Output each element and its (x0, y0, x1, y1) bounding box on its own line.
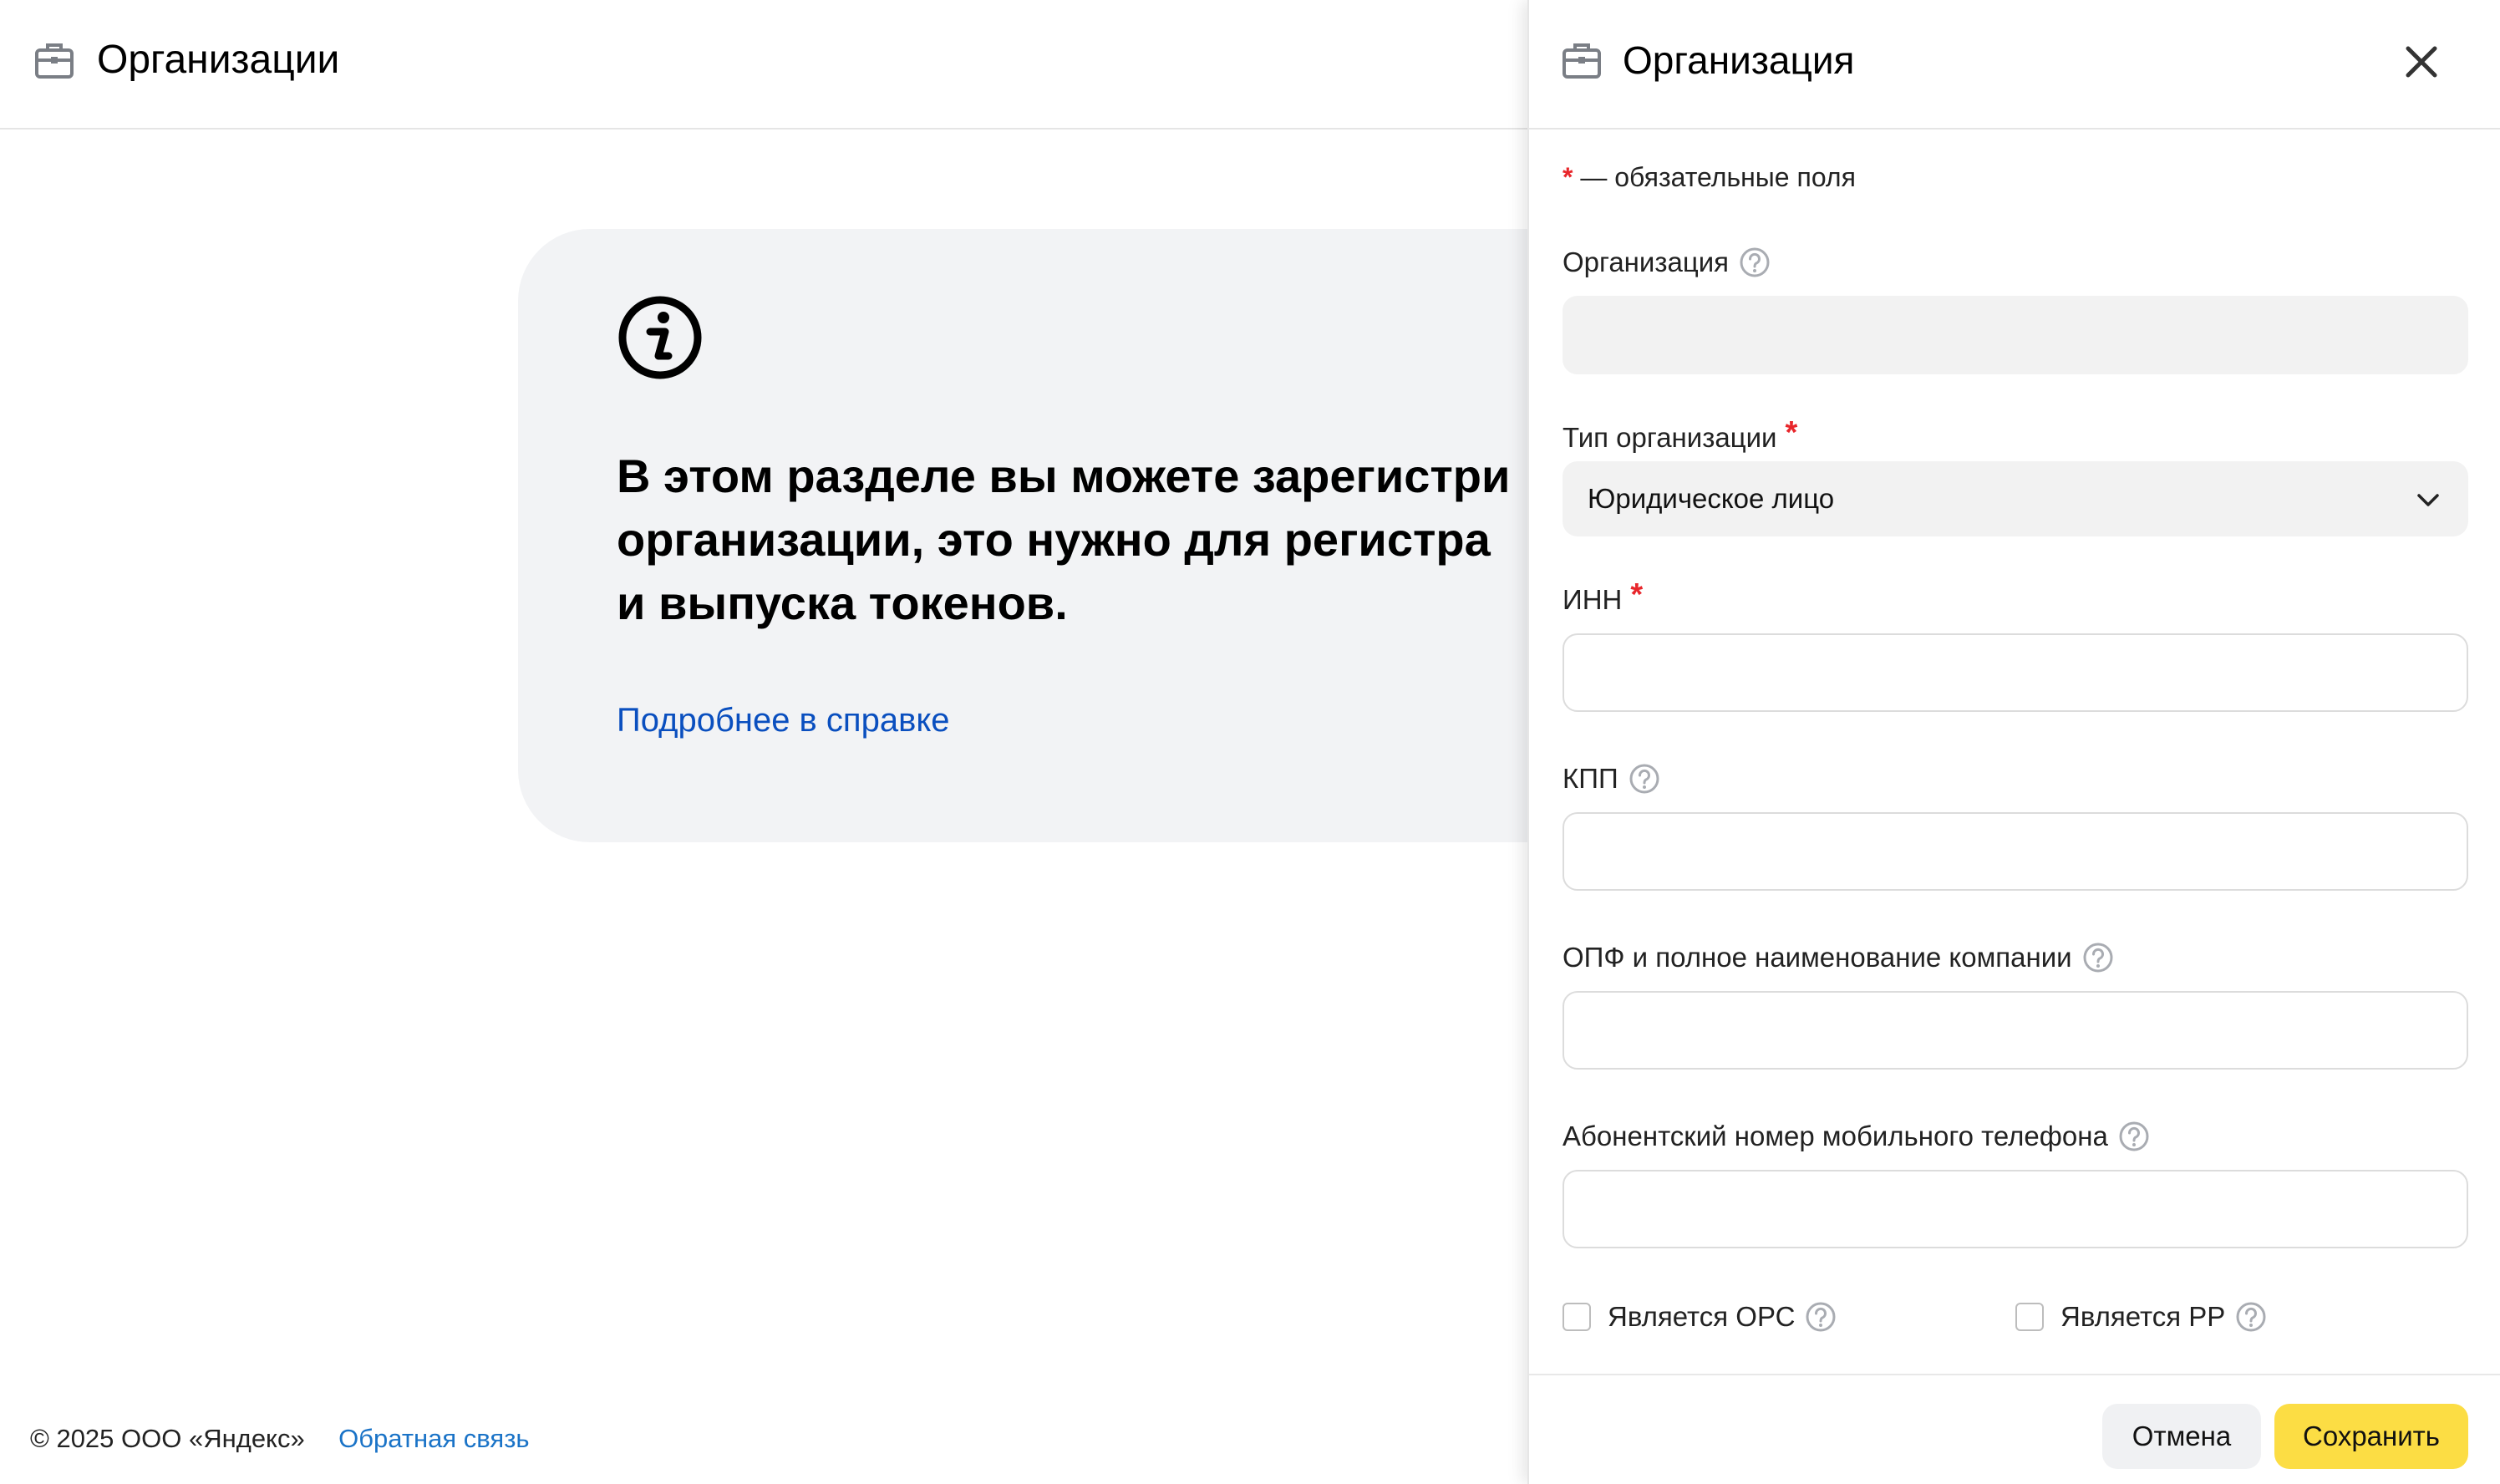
required-fields-note: * — обязательные поля (1562, 155, 1856, 199)
kpp-label: КПП (1562, 757, 1660, 800)
feedback-link[interactable]: Обратная связь (338, 1424, 529, 1453)
ors-checkbox[interactable] (1562, 1303, 1591, 1331)
organization-label: Организация (1562, 241, 1771, 284)
inn-label-text: ИНН (1562, 584, 1623, 615)
opf-name-field[interactable] (1562, 991, 2468, 1070)
opf-name-label-text: ОПФ и полное наименование компании (1562, 942, 2072, 973)
inn-input[interactable] (1564, 635, 2467, 710)
required-star: * (1785, 415, 1798, 450)
inn-label: ИНН * (1562, 577, 1643, 622)
question-circle-icon[interactable] (1629, 763, 1660, 795)
org-type-label-text: Тип организации (1562, 422, 1777, 453)
question-circle-icon[interactable] (1805, 1301, 1837, 1333)
opf-name-label: ОПФ и полное наименование компании (1562, 936, 2114, 979)
question-circle-icon[interactable] (1739, 246, 1771, 278)
phone-label: Абонентский номер мобильного телефона (1562, 1115, 2150, 1158)
copyright-text: © 2025 ООО «Яндекс» (30, 1424, 305, 1453)
question-circle-icon[interactable] (2082, 942, 2114, 973)
briefcase-icon (1562, 43, 1601, 79)
required-note-text: — обязательные поля (1573, 162, 1856, 192)
phone-label-text: Абонентский номер мобильного телефона (1562, 1121, 2108, 1151)
kpp-label-text: КПП (1562, 763, 1618, 794)
opf-name-input[interactable] (1564, 993, 2467, 1068)
org-type-value: Юридическое лицо (1588, 483, 1835, 514)
ors-checkbox-label: Является ОРС (1608, 1301, 1796, 1332)
org-type-select[interactable]: Юридическое лицо (1562, 461, 2468, 536)
rr-checkbox[interactable] (2015, 1303, 2044, 1331)
panel-footer: Отмена Сохранить (1529, 1374, 2500, 1484)
question-circle-icon[interactable] (2118, 1121, 2150, 1152)
organization-panel: Организация * — обязательные поля Органи… (1527, 0, 2500, 1484)
organization-input (1564, 297, 2467, 373)
phone-field[interactable] (1562, 1170, 2468, 1248)
panel-header: Организация (1529, 0, 2500, 130)
close-icon[interactable] (2398, 38, 2445, 85)
required-star: * (1630, 577, 1644, 612)
required-star: * (1562, 162, 1573, 192)
rr-checkbox-label: Является РР (2060, 1301, 2226, 1332)
cancel-button[interactable]: Отмена (2102, 1404, 2261, 1469)
organization-label-text: Организация (1562, 246, 1730, 277)
panel-title: Организация (1623, 38, 1855, 82)
briefcase-icon (35, 43, 74, 79)
help-link[interactable]: Подробнее в справке (617, 695, 950, 745)
kpp-input[interactable] (1564, 814, 2467, 889)
rr-checkbox-row: Является РР (2015, 1295, 2267, 1339)
kpp-field[interactable] (1562, 812, 2468, 891)
org-type-label: Тип организации * (1562, 415, 1797, 460)
phone-input[interactable] (1564, 1171, 2467, 1247)
page-footer: © 2025 ООО «Яндекс» Обратная связь (30, 1415, 530, 1462)
chevron-down-icon (2417, 494, 2439, 506)
info-circle-icon (618, 296, 702, 379)
save-button[interactable]: Сохранить (2274, 1404, 2468, 1469)
inn-field[interactable] (1562, 633, 2468, 712)
question-circle-icon[interactable] (2235, 1301, 2267, 1333)
page-title: Организации (97, 38, 340, 82)
organization-field (1562, 296, 2468, 374)
ors-checkbox-row: Является ОРС (1562, 1295, 1837, 1339)
